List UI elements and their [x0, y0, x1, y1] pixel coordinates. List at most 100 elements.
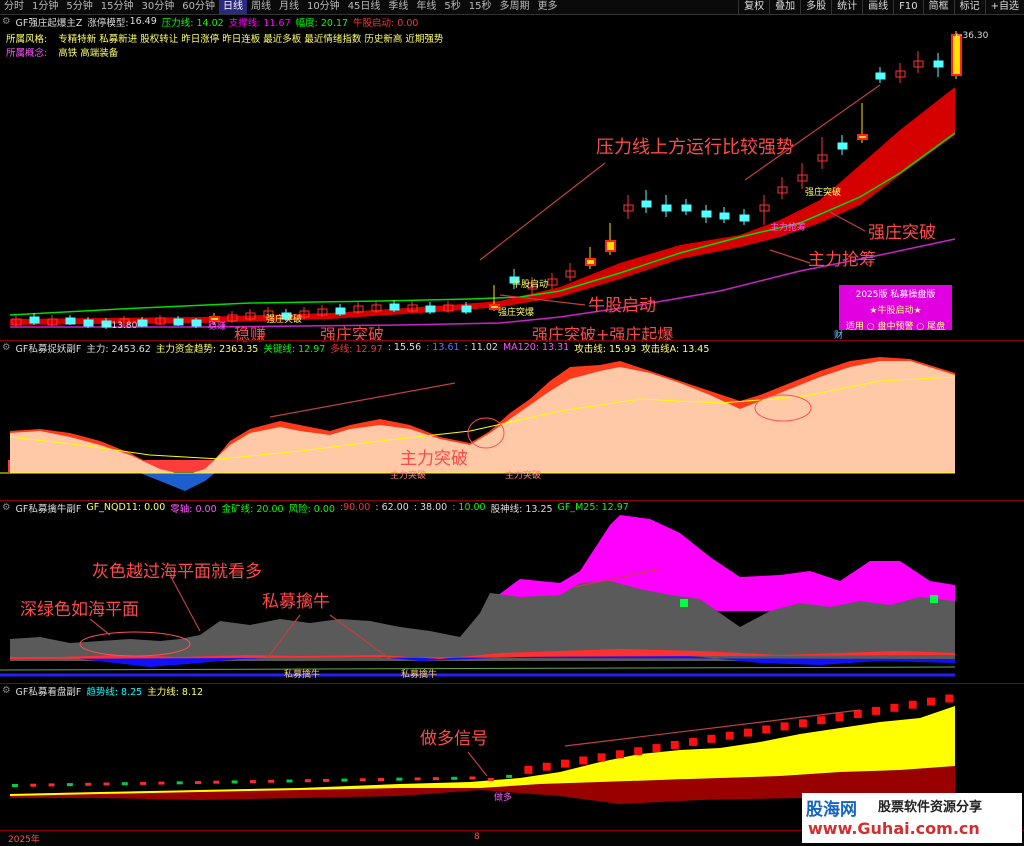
ann-pressure-strong: 压力线上方运行比较强势 — [596, 137, 794, 158]
period-tab[interactable]: 15秒 — [465, 0, 496, 14]
signal-dot — [597, 753, 606, 762]
period-tab[interactable]: 45日线 — [344, 0, 385, 14]
toolbar-button[interactable]: 标记 — [953, 0, 985, 14]
candle-body — [857, 134, 868, 140]
candle-body — [641, 200, 652, 208]
watermark-text: 股票软件资源分享 — [878, 800, 983, 815]
month-label: 8 — [474, 832, 480, 842]
candle-body — [461, 305, 472, 313]
period-tab[interactable]: 5秒 — [440, 0, 464, 14]
tag-force-chips: 主力抢筹 — [770, 223, 807, 233]
signal-dot — [378, 778, 384, 781]
signal-dot — [323, 778, 330, 782]
period-tab[interactable]: 更多 — [534, 0, 562, 14]
period-tab[interactable]: 30分钟 — [137, 0, 178, 14]
toolbar-button[interactable]: 多股 — [800, 0, 831, 14]
signal-dot — [506, 774, 513, 778]
toolbar-button[interactable]: 统计 — [831, 0, 862, 14]
watermark: 股海网 股票软件资源分享 www.Guhai.com.cn — [802, 793, 1022, 843]
signal-dot — [12, 784, 18, 787]
period-tab[interactable]: 60分钟 — [178, 0, 219, 14]
toolbar-button[interactable]: F10 — [893, 0, 922, 14]
tag-catch-bull-1: 私募擒牛 — [284, 670, 321, 680]
red-ribbon — [10, 87, 955, 325]
period-tab[interactable]: 10分钟 — [303, 0, 344, 14]
catch-bull-chart[interactable] — [0, 501, 1024, 683]
signal-dot — [30, 783, 37, 787]
badge-footer: 适用 ○ 盘中预警 ○ 尾盘 — [845, 322, 946, 332]
main-kline-panel[interactable]: ⚙ GF强庄起爆主Z 涨停模型: 16.49 压力线: 14.02 支撑线: 1… — [0, 15, 1024, 344]
green-marker-2 — [930, 595, 938, 603]
signal-dot — [213, 780, 220, 784]
tag-catch-bull-2: 私募擒牛 — [401, 670, 438, 680]
signal-dot — [524, 765, 533, 774]
version-badge: 2025版 私募操盘版 ★牛股启动★ 适用 ○ 盘中预警 ○ 尾盘 — [839, 285, 952, 332]
signal-dot — [817, 716, 826, 725]
signal-dot — [561, 759, 569, 768]
candle-body — [191, 319, 202, 327]
signal-dot — [469, 776, 476, 780]
candle-body — [29, 316, 40, 324]
badge-title: 2025版 私募操盘版 — [855, 290, 936, 300]
period-tab[interactable]: 5分钟 — [62, 0, 96, 14]
signal-dot — [707, 734, 716, 743]
candle-body — [83, 319, 94, 327]
toolbar-button[interactable]: 画线 — [862, 0, 893, 14]
candle-body — [701, 210, 712, 218]
candle-body — [65, 317, 76, 325]
watermark-url: www.Guhai.com.cn — [808, 819, 980, 838]
period-tab[interactable]: 周线 — [247, 0, 275, 14]
candle-body — [425, 305, 436, 313]
period-tab[interactable]: 15分钟 — [97, 0, 138, 14]
period-tab[interactable]: 月线 — [275, 0, 303, 14]
toolbar-button[interactable]: +自选 — [984, 0, 1024, 14]
candle-body — [681, 204, 692, 212]
period-tab[interactable]: 年线 — [412, 0, 440, 14]
signal-dot — [908, 700, 917, 709]
candle-body — [173, 318, 184, 326]
signal-dot — [396, 777, 403, 781]
toolbar-button[interactable]: 简框 — [922, 0, 954, 14]
right-tools: 复权 叠加 多股 统计 画线 F10 简框 标记 +自选 — [738, 0, 1024, 14]
signal-dot — [890, 703, 899, 712]
period-tab[interactable]: 季线 — [384, 0, 412, 14]
watermark-logo: 股海网 — [806, 800, 857, 820]
ann-bull-start: 牛股启动 — [588, 296, 656, 316]
signal-dot — [249, 780, 256, 784]
toolbar-button[interactable]: 复权 — [738, 0, 769, 14]
tag-breakout-2: 强庄突破 — [805, 188, 842, 198]
signal-dot — [798, 719, 807, 728]
tag-main-breakout-1: 主力突破 — [390, 471, 427, 481]
catch-demon-panel[interactable]: ⚙ GF私募捉妖副F 主力: 2453.62 主力资金趋势: 2363.35 关… — [0, 341, 1024, 500]
ann-pointer-2 — [829, 211, 866, 232]
signal-dot — [432, 777, 439, 781]
period-tab[interactable]: 分时 — [0, 0, 28, 14]
toolbar-button[interactable]: 叠加 — [769, 0, 800, 14]
candle-body — [875, 72, 886, 80]
period-tab[interactable]: 多周期 — [496, 0, 534, 14]
signal-dot — [451, 776, 458, 780]
catch-bull-panel[interactable]: ⚙ GF私募擒牛副F GF_NQD11: 0.00 零轴: 0.00 金矿线: … — [0, 501, 1024, 683]
signal-dot — [304, 779, 311, 783]
candlesticks — [11, 31, 962, 329]
ann-private-catch-bull: 私募擒牛 — [262, 592, 330, 612]
candle-body — [605, 240, 616, 252]
signal-dot — [615, 750, 624, 759]
signal-dot — [780, 722, 789, 731]
tag-stable: 稳赚 — [208, 322, 227, 332]
high-price: 36.30 — [962, 31, 989, 41]
ann-gray-over-sea: 灰色越过海平面就看多 — [92, 562, 262, 582]
signal-dot — [542, 762, 551, 771]
signal-dot — [744, 728, 752, 737]
trend-arrow — [269, 382, 456, 418]
period-tab[interactable]: 1分钟 — [28, 0, 62, 14]
period-toolbar: 分时 1分钟 5分钟 15分钟 30分钟 60分钟 日线 周线 月线 10分钟 45日线 季线 年线 5秒… — [0, 0, 1024, 15]
candle-body — [739, 214, 750, 222]
candle-body — [661, 204, 672, 212]
low-price: 13.80 — [111, 321, 138, 331]
signal-dot — [689, 737, 698, 746]
period-tab[interactable]: 日线 — [218, 0, 247, 14]
signal-dot — [670, 741, 679, 749]
signal-dot — [872, 706, 881, 715]
signal-dot — [579, 756, 588, 765]
